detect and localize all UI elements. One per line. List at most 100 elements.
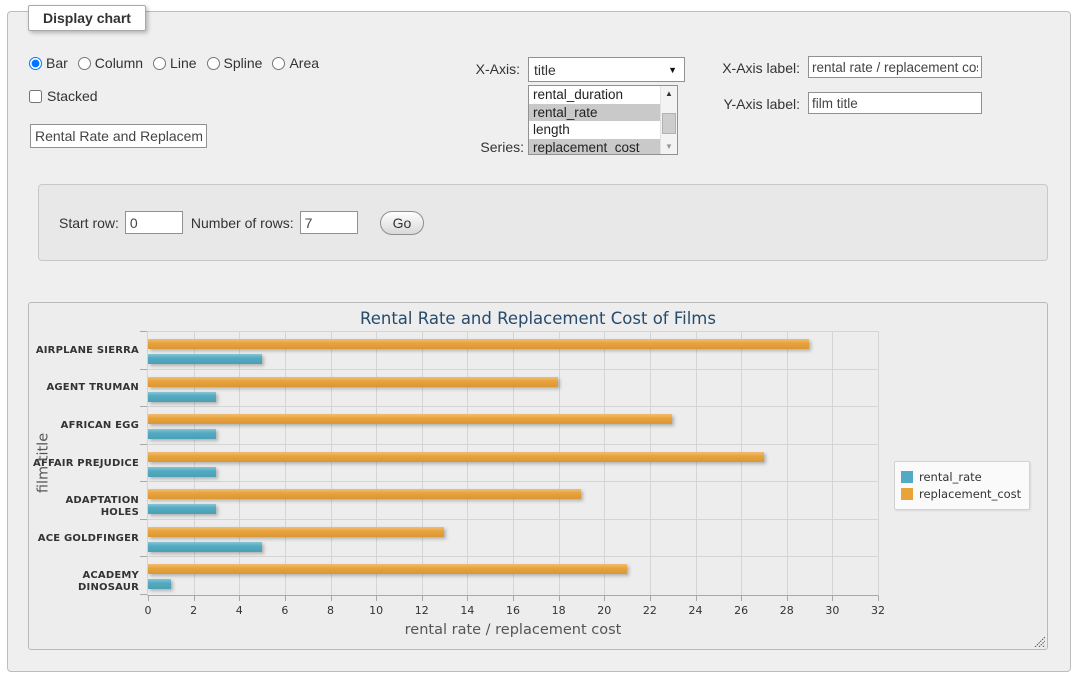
chart-type-radio-bar[interactable] [29,57,42,70]
x-axis-tick [513,596,514,601]
bar-replacement_cost [148,339,809,349]
x-axis-tick [696,596,697,601]
bar-rental_rate [148,579,171,589]
y-axis-tick [140,406,147,407]
x-axis-tick [741,596,742,601]
x-axis-tick-label: 24 [689,604,703,617]
series-options: rental_durationrental_ratelengthreplacem… [529,86,660,154]
x-axis-tick-label: 20 [597,604,611,617]
series-option-replacement_cost[interactable]: replacement_cost [529,139,660,156]
x-axis-select-label: X-Axis: [420,61,520,77]
chart-category-row [148,482,878,520]
x-axis-tick-label: 10 [369,604,383,617]
y-axis-label-label: Y-Axis label: [700,96,800,112]
x-axis-select[interactable]: title ▼ [528,57,685,82]
x-axis-tick-label: 14 [460,604,474,617]
chart-type-radio-line[interactable] [153,57,166,70]
start-row-label: Start row: [59,215,119,231]
chart-category-row [148,520,878,558]
chart-type-option-area[interactable]: Area [272,55,319,71]
chart-type-label: Bar [46,55,68,71]
legend-item-replacement_cost[interactable]: replacement_cost [901,487,1021,501]
x-axis-selected-value: title [534,62,556,78]
stacked-label: Stacked [47,88,98,104]
chart-category-row [148,557,878,595]
chart-category-row [148,407,878,445]
scrollbar-down-arrow-icon[interactable]: ▼ [661,139,677,154]
x-axis-tick [878,596,879,601]
x-axis-tick [787,596,788,601]
bar-replacement_cost [148,564,627,574]
chart-title-input[interactable] [30,124,207,148]
fieldset-legend: Display chart [28,5,146,31]
x-axis-tick [194,596,195,601]
chart-type-label: Spline [224,55,263,71]
x-axis-tick-label: 4 [236,604,243,617]
y-axis-tick [140,369,147,370]
row-controls: Start row: Number of rows: Go [39,185,1047,260]
x-axis-tick [331,596,332,601]
series-multiselect[interactable]: rental_durationrental_ratelengthreplacem… [528,85,678,155]
legend-swatch-icon [901,471,913,483]
x-axis-tick [604,596,605,601]
chart-type-radio-group: Bar Column Line Spline Area [29,55,319,71]
dropdown-arrow-icon: ▼ [668,65,677,75]
start-row-input[interactable] [125,211,183,234]
num-rows-input[interactable] [300,211,358,234]
series-select-label: Series: [420,139,524,155]
x-axis-tick-label: 30 [825,604,839,617]
stacked-checkbox-row[interactable]: Stacked [29,88,98,104]
x-axis-tick [422,596,423,601]
chart-type-option-line[interactable]: Line [153,55,196,71]
x-axis-tick-label: 26 [734,604,748,617]
x-axis-tick [239,596,240,601]
bar-replacement_cost [148,452,764,462]
scrollbar-thumb[interactable] [662,113,676,134]
resize-handle-icon[interactable] [1033,635,1045,647]
chart-type-radio-spline[interactable] [207,57,220,70]
x-axis-tick [148,596,149,601]
y-axis-tick [140,594,147,595]
series-scrollbar[interactable]: ▲ ▼ [660,86,677,154]
x-axis-tick-label: 28 [780,604,794,617]
y-axis-tick [140,444,147,445]
go-button[interactable]: Go [380,211,425,235]
chart-type-option-spline[interactable]: Spline [207,55,263,71]
x-axis-title: rental rate / replacement cost [147,622,879,638]
y-axis-title: film title [36,332,52,595]
x-axis-tick-label: 22 [643,604,657,617]
chart-type-option-column[interactable]: Column [78,55,143,71]
bar-replacement_cost [148,489,581,499]
series-option-rental_rate[interactable]: rental_rate [529,104,660,122]
legend-item-rental_rate[interactable]: rental_rate [901,470,1021,484]
y-axis-tick [140,556,147,557]
x-axis-tick [650,596,651,601]
chart-type-radio-area[interactable] [272,57,285,70]
plot-area [147,331,879,596]
x-axis-tick [832,596,833,601]
x-axis-tick-label: 6 [281,604,288,617]
chart-category-row [148,370,878,408]
series-option-length[interactable]: length [529,121,660,139]
x-axis-tick-label: 32 [871,604,885,617]
num-rows-label: Number of rows: [191,215,294,231]
bar-replacement_cost [148,377,558,387]
stacked-checkbox[interactable] [29,90,42,103]
bar-rental_rate [148,467,216,477]
chart-type-option-bar[interactable]: Bar [29,55,68,71]
bar-rental_rate [148,392,216,402]
page: Display chart Bar Column Line Spline Area St… [0,0,1081,681]
x-axis-tick-label: 0 [145,604,152,617]
chart-legend: rental_rate replacement_cost [894,461,1030,510]
x-axis-tick-label: 12 [415,604,429,617]
y-axis-label-input[interactable] [808,92,982,114]
y-axis-tick [140,481,147,482]
series-option-rental_duration[interactable]: rental_duration [529,86,660,104]
bar-rental_rate [148,504,216,514]
chart-type-radio-column[interactable] [78,57,91,70]
scrollbar-up-arrow-icon[interactable]: ▲ [661,86,677,101]
chart-type-label: Column [95,55,143,71]
x-axis-tick-label: 16 [506,604,520,617]
x-axis-label-input[interactable] [808,56,982,78]
chart-category-row [148,332,878,370]
